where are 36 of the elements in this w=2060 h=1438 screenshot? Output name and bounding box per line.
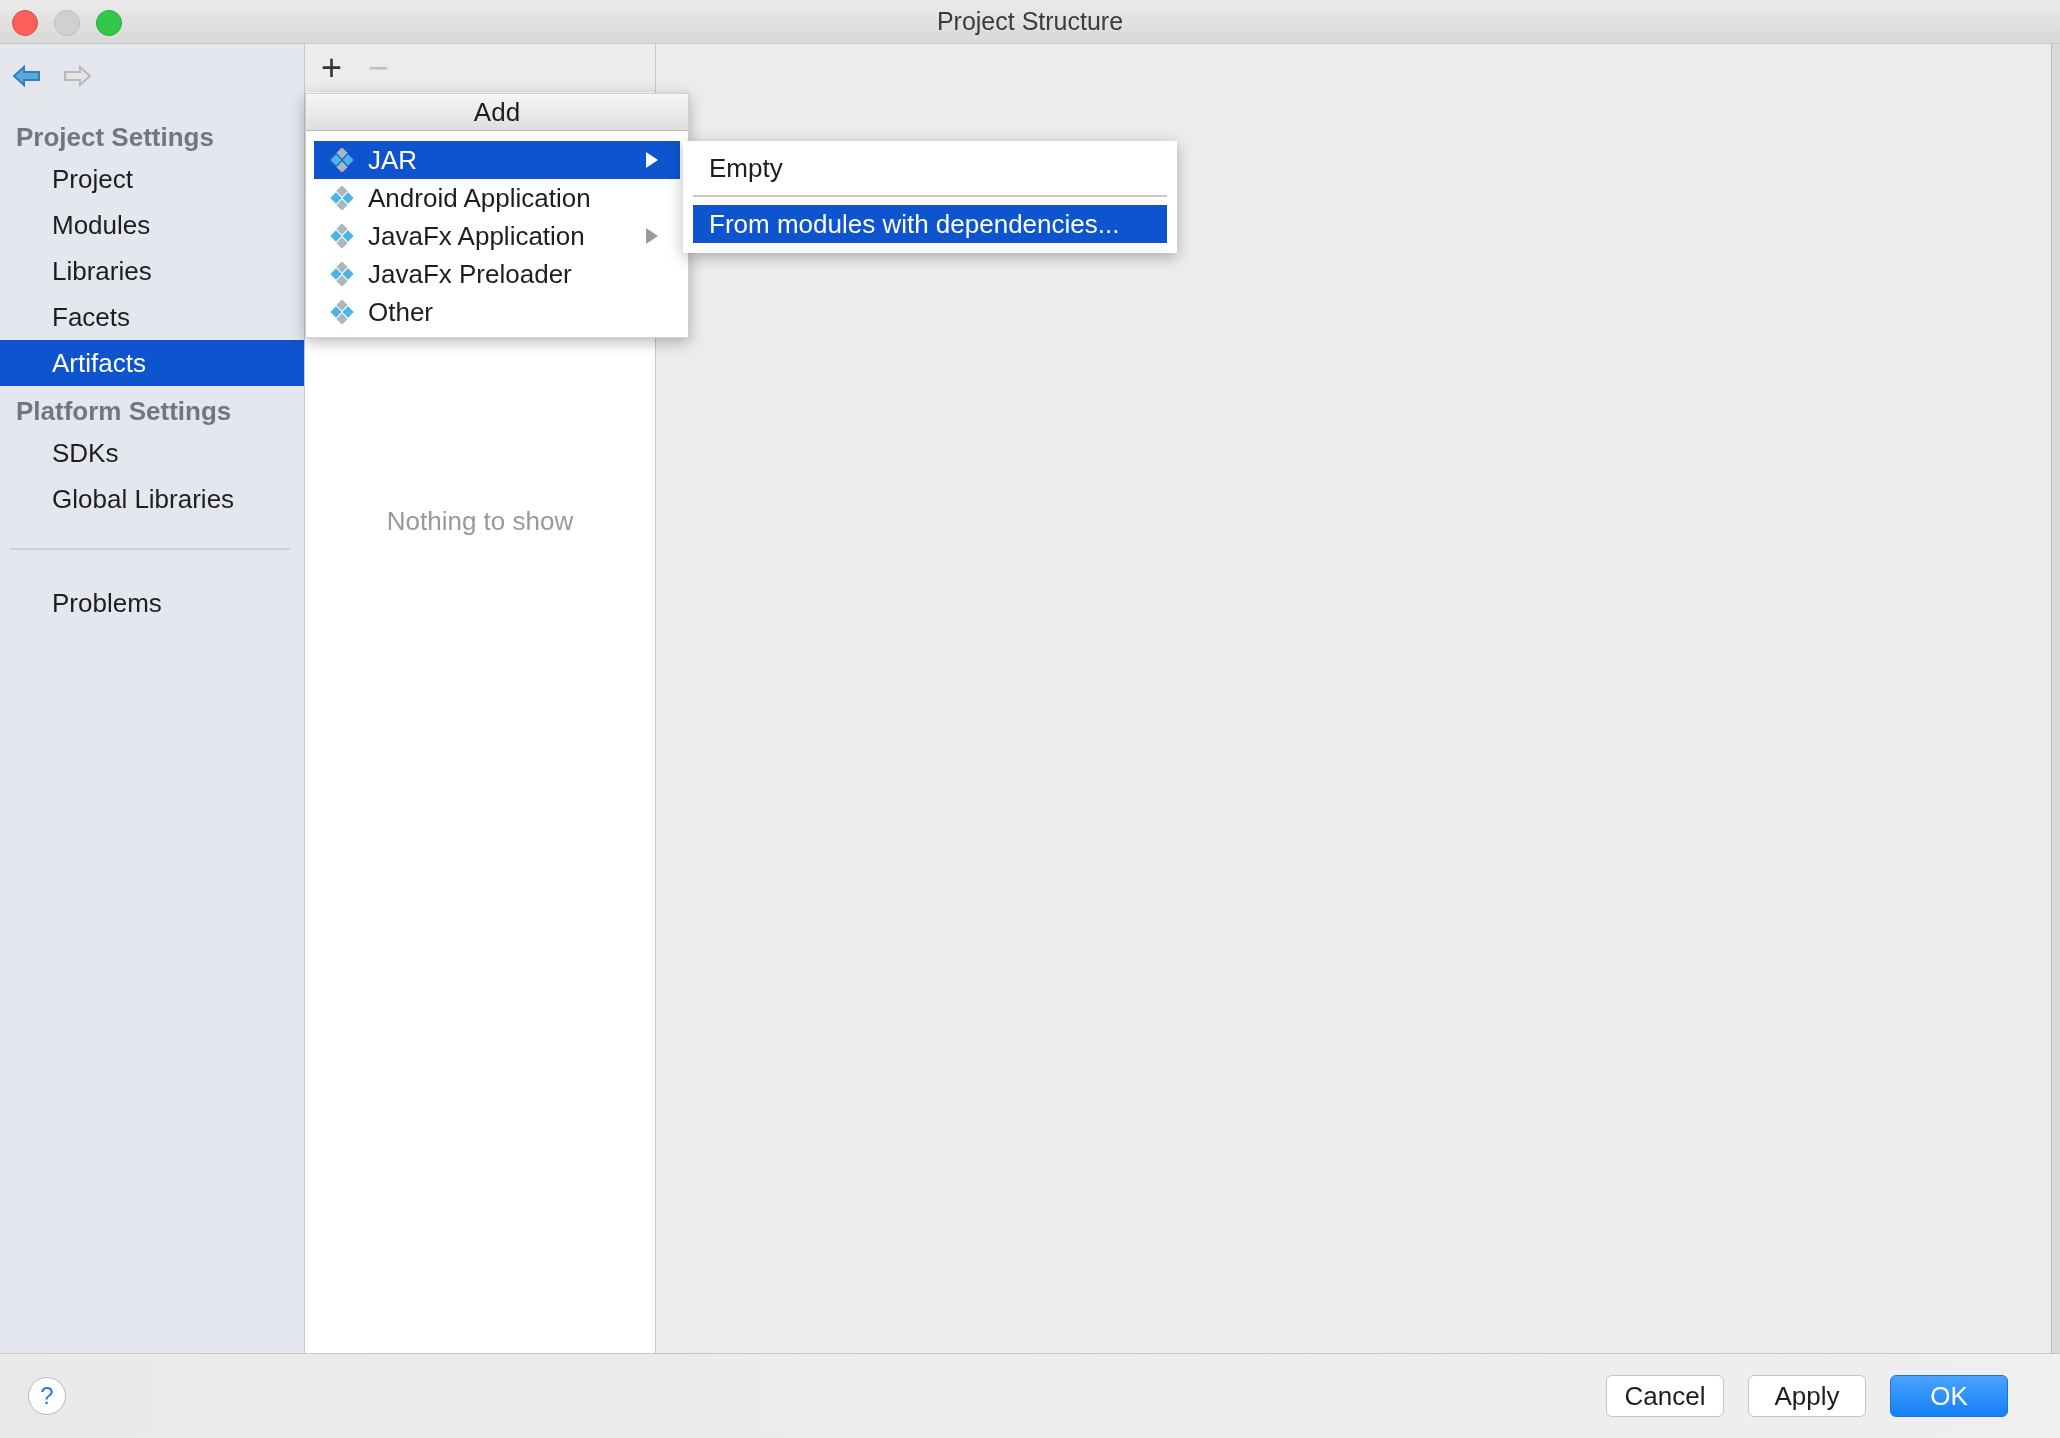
- add-button[interactable]: +: [317, 47, 347, 89]
- zoom-button[interactable]: [96, 10, 122, 36]
- menu-item[interactable]: Empty: [693, 149, 1167, 187]
- window-title: Project Structure: [936, 7, 1124, 36]
- dialog-button[interactable]: Apply: [1748, 1375, 1866, 1417]
- menu-title: Add: [306, 94, 688, 131]
- diamond-icon: [330, 262, 354, 286]
- menu-item[interactable]: JavaFx Application: [314, 217, 680, 255]
- help-button[interactable]: ?: [28, 1377, 66, 1415]
- sidebar-item[interactable]: Problems: [0, 580, 304, 626]
- diamond-icon: [330, 224, 354, 248]
- menu-item[interactable]: JavaFx Preloader: [314, 255, 680, 293]
- forward-arrow-icon[interactable]: [62, 64, 92, 88]
- minimize-button[interactable]: [54, 10, 80, 36]
- diamond-icon: [330, 186, 354, 210]
- sidebar-item[interactable]: Libraries: [0, 248, 304, 294]
- sidebar-item[interactable]: Facets: [0, 294, 304, 340]
- menu-item[interactable]: JAR: [314, 141, 680, 179]
- empty-message: Nothing to show: [386, 506, 574, 538]
- diamond-icon: [330, 148, 354, 172]
- submenu-arrow-icon: [646, 152, 658, 168]
- menu-item[interactable]: Other: [314, 293, 680, 331]
- dialog-button[interactable]: Cancel: [1606, 1375, 1724, 1417]
- section-header: Platform Settings: [15, 395, 233, 428]
- back-arrow-icon[interactable]: [12, 64, 42, 88]
- sidebar-item[interactable]: Modules: [0, 202, 304, 248]
- sidebar-item[interactable]: Global Libraries: [0, 476, 304, 522]
- sidebar-item[interactable]: Artifacts: [0, 340, 304, 386]
- section-header: Project Settings: [15, 121, 215, 154]
- diamond-icon: [330, 300, 354, 324]
- menu-item[interactable]: Android Application: [314, 179, 680, 217]
- menu-item[interactable]: From modules with dependencies...: [693, 205, 1167, 243]
- submenu-arrow-icon: [646, 228, 658, 244]
- sidebar-item[interactable]: Project: [0, 156, 304, 202]
- close-button[interactable]: [12, 10, 38, 36]
- sidebar-item[interactable]: SDKs: [0, 430, 304, 476]
